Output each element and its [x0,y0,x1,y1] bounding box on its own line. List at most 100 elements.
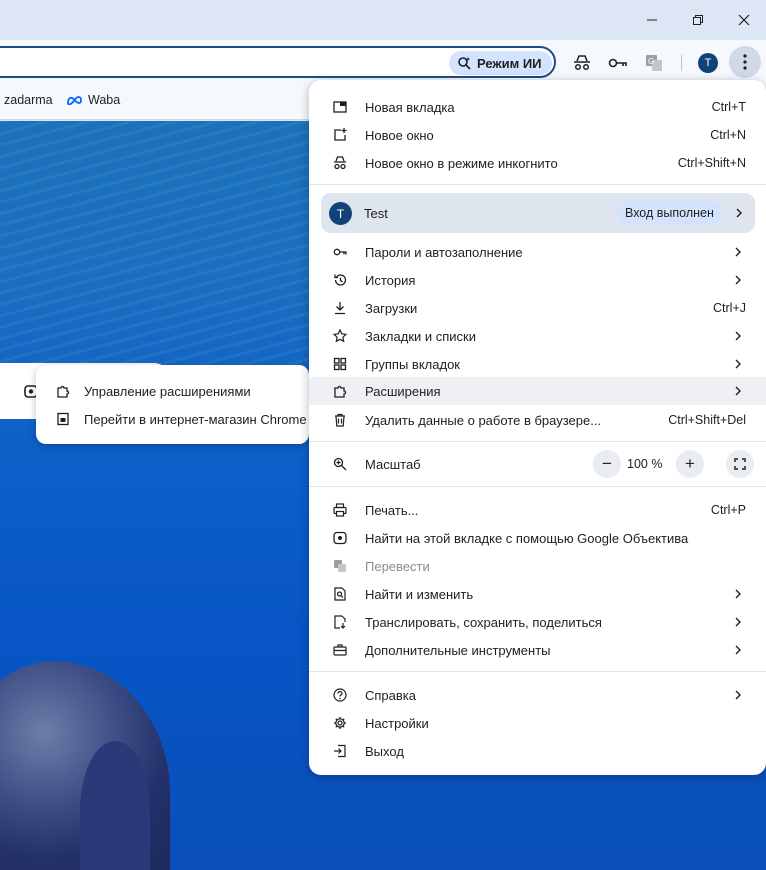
incognito-toolbar-button[interactable] [568,50,596,76]
meta-logo-icon [67,96,82,105]
toolbar-divider [681,55,682,71]
menu-label: Расширения [365,384,441,399]
profile-toolbar-button[interactable]: T [694,50,722,76]
menu-label: Новое окно [365,128,434,143]
exit-icon [334,744,346,758]
menu-history[interactable]: История [309,266,766,294]
menu-help[interactable]: Справка [309,681,766,709]
menu-clear-browsing-data[interactable]: Удалить данные о работе в браузере... Ct… [309,406,766,434]
menu-divider [309,184,766,185]
menu-google-lens[interactable]: Найти на этой вкладке с помощью Google О… [309,524,766,552]
menu-label: Справка [365,688,416,703]
lens-icon [333,531,347,545]
menu-translate: Перевести [309,552,766,580]
star-icon [333,329,347,343]
chevron-right-icon [735,247,741,257]
new-window-icon [334,128,347,141]
key-icon [333,248,347,256]
menu-label: Найти и изменить [365,587,474,602]
translate-icon: G [646,55,662,71]
fullscreen-icon [734,458,746,470]
print-icon [333,503,347,517]
menu-new-window[interactable]: Новое окно Ctrl+N [309,121,766,149]
menu-label: Масштаб [365,457,421,472]
history-icon [334,274,347,286]
zoom-out-button[interactable]: − [593,450,621,478]
plus-icon: + [685,454,695,473]
chevron-right-icon [735,331,741,341]
menu-shortcut: Ctrl+J [713,301,746,315]
chrome-main-menu: Новая вкладка Ctrl+T Новое окно Ctrl+N Н… [309,80,766,775]
menu-settings[interactable]: Настройки [309,709,766,737]
menu-incognito[interactable]: Новое окно в режиме инкогнито Ctrl+Shift… [309,149,766,177]
chevron-right-icon [735,690,741,700]
chevron-right-icon [735,275,741,285]
ai-search-icon [458,57,471,70]
ai-mode-button[interactable]: Режим ИИ [449,51,552,75]
minimize-button[interactable] [637,6,667,34]
passwords-toolbar-button[interactable] [604,50,632,76]
menu-label: Настройки [365,716,429,731]
menu-label: Закладки и списки [365,329,477,344]
svg-text:G: G [648,57,654,66]
bookmark-zadarma[interactable]: zadarma [4,93,53,107]
extensions-submenu: Управление расширениями Перейти в интерн… [36,365,309,444]
menu-new-tab[interactable]: Новая вкладка Ctrl+T [309,93,766,121]
menu-exit[interactable]: Выход [309,737,766,765]
minus-icon: − [602,454,612,473]
menu-label: Дополнительные инструменты [365,643,551,658]
menu-shortcut: Ctrl+T [711,100,746,114]
toolbox-icon [333,644,347,656]
menu-label: Удалить данные о работе в браузере... [365,413,602,428]
zoom-level: 100 % [627,457,663,471]
menu-label: Группы вкладок [365,357,460,372]
menu-find-and-edit[interactable]: Найти и изменить [309,580,766,608]
menu-label: Печать... [365,503,419,518]
menu-more-tools[interactable]: Дополнительные инструменты [309,636,766,664]
menu-label: История [365,273,416,288]
save-share-icon [334,615,346,629]
menu-label: Загрузки [365,301,418,316]
incognito-icon [334,156,346,170]
chevron-right-icon [735,645,741,655]
download-icon [335,302,345,315]
menu-profile[interactable]: T Test Вход выполнен [321,193,755,233]
menu-extensions[interactable]: Расширения [309,377,766,405]
menu-label: Перевести [365,559,430,574]
menu-shortcut: Ctrl+N [710,128,746,142]
menu-divider [309,486,766,487]
coral-reef [80,741,150,870]
menu-cast-save-share[interactable]: Транслировать, сохранить, поделиться [309,608,766,636]
menu-tab-groups[interactable]: Группы вкладок [309,350,766,378]
menu-divider [309,671,766,672]
translate-toolbar-button[interactable]: G [640,50,668,76]
chevron-right-icon [736,208,742,218]
menu-shortcut: Ctrl+Shift+N [677,156,746,170]
menu-shortcut: Ctrl+Shift+Del [668,413,746,427]
menu-label: Выход [365,744,404,759]
sign-in-status-badge: Вход выполнен [617,201,722,225]
key-icon [608,58,627,68]
chevron-right-icon [735,617,741,627]
restore-button[interactable] [683,6,713,34]
menu-print[interactable]: Печать... Ctrl+P [309,496,766,524]
close-window-button[interactable] [729,6,759,34]
menu-downloads[interactable]: Загрузки Ctrl+J [309,294,766,322]
zoom-in-button[interactable]: + [676,450,704,478]
trash-icon [335,413,345,427]
avatar: T [329,202,352,225]
more-vert-icon [743,54,747,70]
store-icon [57,412,69,426]
bookmark-waba[interactable]: Waba [66,93,120,107]
submenu-chrome-web-store[interactable]: Перейти в интернет-магазин Chrome [36,405,309,433]
bookmark-label: zadarma [4,93,53,107]
menu-passwords[interactable]: Пароли и автозаполнение [309,238,766,266]
minimize-icon [647,19,657,21]
submenu-manage-extensions[interactable]: Управление расширениями [36,377,309,405]
puzzle-icon [57,385,70,398]
menu-divider [309,441,766,442]
menu-bookmarks[interactable]: Закладки и списки [309,322,766,350]
fullscreen-button[interactable] [726,450,754,478]
chrome-menu-button[interactable] [729,46,761,78]
close-icon [738,14,750,26]
